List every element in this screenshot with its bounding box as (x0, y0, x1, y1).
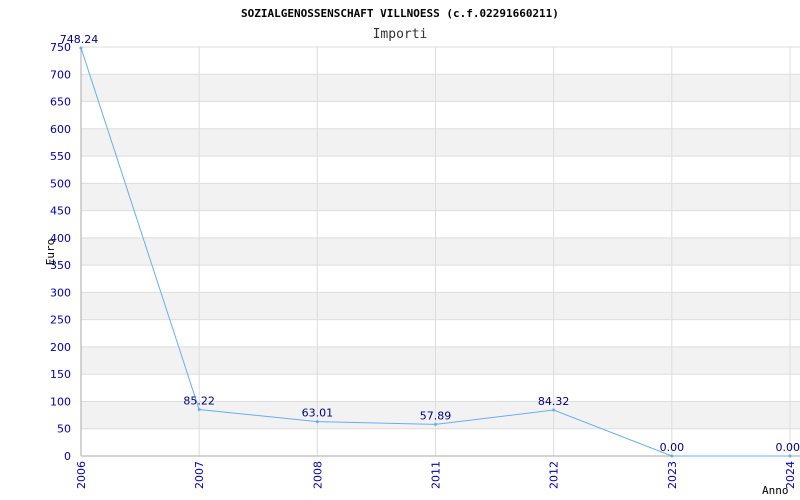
y-tick-label: 500 (50, 177, 71, 190)
y-tick-label: 600 (50, 123, 71, 136)
data-label: 748.24 (60, 33, 99, 46)
plot-band (81, 292, 800, 320)
y-tick-label: 150 (50, 368, 71, 381)
x-tick-label: 2007 (193, 461, 206, 489)
data-point (315, 420, 319, 424)
data-point (79, 46, 83, 50)
x-tick-labels: 2006 2007 2008 2011 2012 2023 2024 (75, 461, 797, 489)
data-label: 84.32 (538, 395, 570, 408)
line-chart: 0501001502002503003504004505005506006507… (44, 7, 800, 497)
y-tick-label: 550 (50, 150, 71, 163)
x-tick-label: 2006 (75, 461, 88, 489)
data-label: 85.22 (183, 395, 215, 408)
x-tick-label: 2012 (548, 461, 561, 489)
data-label: 63.01 (302, 407, 334, 420)
chart-title: SOZIALGENOSSENSCHAFT VILLNOESS (c.f.0229… (241, 7, 559, 20)
plot-bands (81, 74, 800, 429)
x-axis-label: Anno (762, 484, 789, 497)
data-point (788, 454, 792, 458)
y-tick-label: 700 (50, 68, 71, 81)
x-tick-label: 2011 (430, 461, 443, 489)
y-tick-label: 300 (50, 286, 71, 299)
y-axis-label: Euro (44, 239, 57, 266)
y-tick-label: 450 (50, 205, 71, 218)
data-label: 57.89 (420, 409, 452, 422)
y-tick-label: 200 (50, 341, 71, 354)
x-tick-label: 2008 (311, 461, 324, 489)
data-point (197, 408, 201, 412)
data-label: 0.00 (776, 441, 800, 454)
y-tick-label: 250 (50, 314, 71, 327)
data-label: 0.00 (660, 441, 685, 454)
y-tick-label: 650 (50, 96, 71, 109)
plot-band (81, 346, 800, 375)
data-point (670, 454, 674, 458)
y-tick-label: 100 (50, 395, 71, 408)
plot-band (81, 74, 800, 102)
chart-subtitle: Importi (373, 27, 428, 42)
y-tick-label: 0 (64, 450, 71, 463)
plot-band (81, 128, 800, 157)
x-tick-label: 2023 (666, 461, 679, 489)
data-point (434, 422, 437, 426)
plot-band (81, 183, 800, 211)
plot-band (81, 237, 800, 266)
data-point (552, 408, 556, 412)
y-tick-label: 50 (57, 423, 71, 436)
